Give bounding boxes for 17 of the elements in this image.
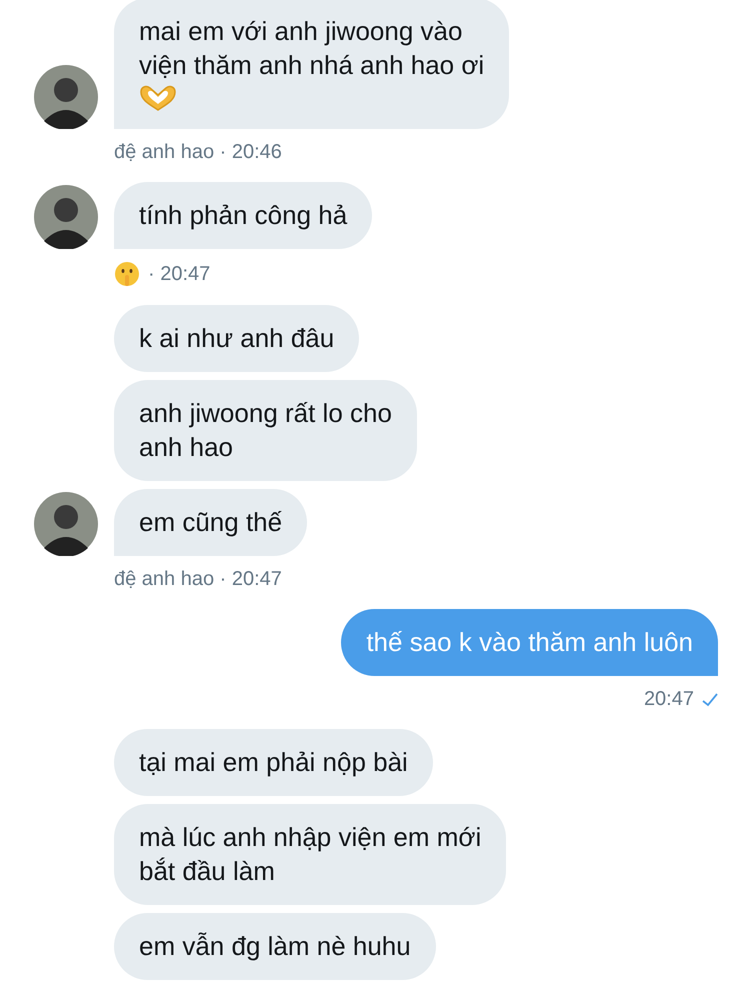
avatar[interactable] (34, 492, 98, 556)
message-bubble[interactable]: anh jiwoong rất lo cho anh hao (114, 380, 417, 481)
avatar[interactable] (34, 185, 98, 249)
message-meta: · 20:47 (148, 262, 210, 286)
avatar[interactable] (34, 65, 98, 129)
message-bubble[interactable]: mai em với anh jiwoong vào viện thăm anh nhá anh hao ơi (114, 0, 510, 129)
message-bubble[interactable]: k ai như anh đâu (114, 305, 360, 372)
message-bubble[interactable]: mà lúc anh nhập viện em mới bắt đầu làm (114, 804, 506, 905)
message-meta: đệ anh hao · 20:46 (114, 141, 282, 164)
message-bubble[interactable]: tính phản công hả (114, 182, 372, 249)
message-bubble[interactable]: em cũng thế (114, 489, 308, 556)
message-bubble[interactable]: tại mai em phải nộp bài (114, 729, 433, 796)
message-bubble[interactable]: em vẫn đg làm nè huhu (114, 913, 436, 980)
message-meta: đệ anh hao · 20:47 (114, 568, 282, 591)
heart-hands-icon (139, 84, 177, 112)
message-meta: 20:47 (644, 688, 694, 711)
shushing-face-icon (114, 261, 140, 287)
